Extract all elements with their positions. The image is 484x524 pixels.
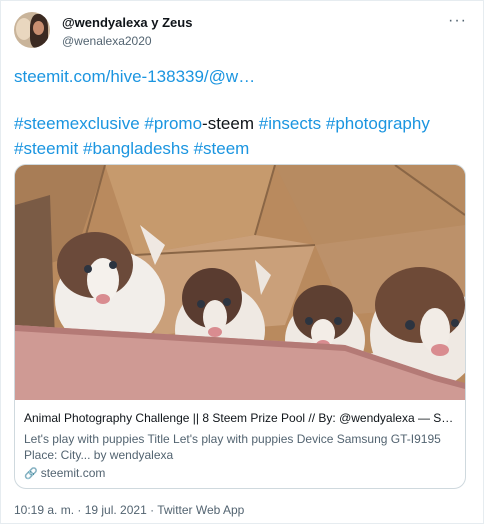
tweet-link[interactable]: steemit.com/hive-138339/@w… bbox=[14, 67, 255, 87]
hashtag-bangladeshs[interactable]: #bangladeshs bbox=[83, 139, 189, 158]
card-domain-row: 🔗 steemit.com bbox=[24, 466, 456, 480]
hashtag-insects[interactable]: #insects bbox=[259, 114, 321, 133]
link-icon: 🔗 bbox=[24, 468, 38, 480]
link-preview-card[interactable]: Animal Photography Challenge || 8 Steem … bbox=[14, 164, 466, 489]
display-name[interactable]: @wendyalexa y Zeus bbox=[62, 15, 192, 30]
hashtag-steem[interactable]: #steem bbox=[194, 139, 250, 158]
card-description: Let's play with puppies Title Let's play… bbox=[24, 432, 441, 462]
card-image[interactable] bbox=[15, 165, 465, 400]
avatar[interactable] bbox=[14, 12, 50, 48]
user-handle[interactable]: @wenalexa2020 bbox=[62, 34, 152, 48]
more-options-icon[interactable]: ··· bbox=[448, 12, 467, 30]
hashtag-photography[interactable]: #photography bbox=[326, 114, 430, 133]
card-text: Animal Photography Challenge || 8 Steem … bbox=[24, 411, 456, 480]
tweet-timestamp[interactable]: 10:19 a. m. · 19 jul. 2021 · Twitter Web… bbox=[14, 503, 244, 517]
card-domain: steemit.com bbox=[40, 466, 106, 480]
hashtag-steemexclusive[interactable]: #steemexclusive bbox=[14, 114, 140, 133]
card-title[interactable]: Animal Photography Challenge || 8 Steem … bbox=[24, 411, 456, 425]
tweet-text: -steem bbox=[202, 114, 255, 133]
hashtag-steemit[interactable]: #steemit bbox=[14, 139, 78, 158]
hashtag-promo[interactable]: #promo bbox=[144, 114, 202, 133]
tweet-hashtags: #steemexclusive #promo-steem #insects #p… bbox=[14, 111, 476, 161]
